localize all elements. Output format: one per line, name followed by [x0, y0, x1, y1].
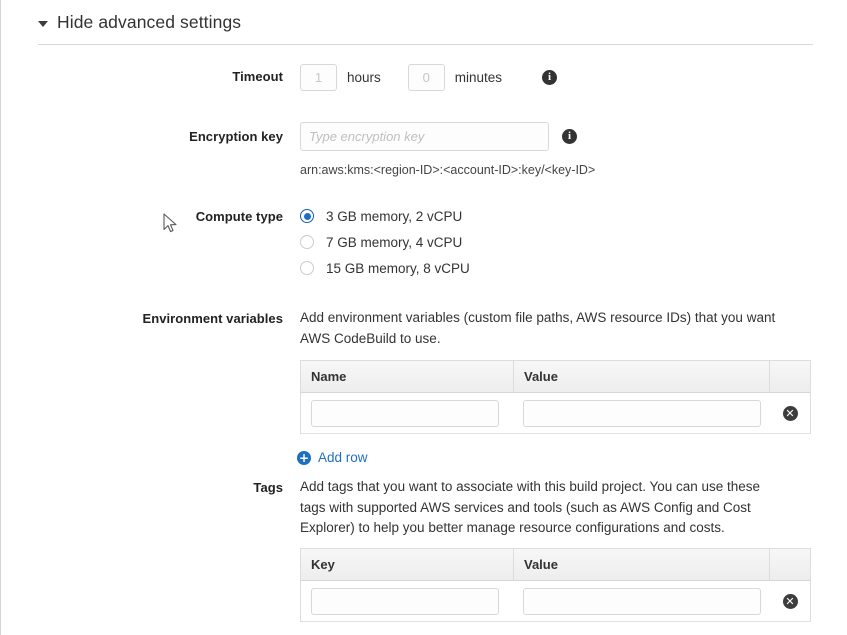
radio-selected-icon [300, 209, 314, 223]
table-header-row: Name Value [301, 361, 810, 393]
compute-type-option-2[interactable]: 7 GB memory, 4 vCPU [300, 229, 470, 255]
env-actions-cell: ✕ [770, 405, 810, 421]
compute-type-option-2-label: 7 GB memory, 4 vCPU [326, 234, 463, 250]
info-icon[interactable]: i [542, 70, 558, 85]
compute-type-option-1[interactable]: 3 GB memory, 2 vCPU [300, 203, 470, 229]
tags-label: Tags [253, 480, 283, 495]
info-icon[interactable]: i [562, 129, 577, 144]
radio-unselected-icon [300, 235, 314, 249]
tag-key-input[interactable] [311, 587, 499, 615]
column-header-value: Value [514, 361, 770, 392]
section-title: Hide advanced settings [57, 12, 242, 32]
encryption-key-input[interactable] [300, 122, 549, 151]
tag-value-input[interactable] [523, 587, 761, 615]
remove-row-icon[interactable]: ✕ [782, 405, 798, 421]
tag-value-cell [514, 587, 770, 615]
tag-actions-cell: ✕ [770, 593, 810, 609]
remove-row-icon[interactable]: ✕ [782, 593, 798, 609]
environment-variables-label: Environment variables [142, 311, 283, 326]
timeout-label: Timeout [232, 69, 283, 84]
table-row: ✕ [301, 393, 810, 434]
timeout-field-group: hours minutes i [300, 64, 558, 91]
radio-unselected-icon [300, 261, 314, 275]
column-header-value: Value [514, 549, 770, 580]
environment-variables-description: Add environment variables (custom file p… [300, 310, 776, 346]
tags-description: Add tags that you want to associate with… [300, 479, 761, 535]
tags-table: Key Value ✕ [300, 548, 811, 622]
timeout-hours-input[interactable] [300, 64, 337, 91]
table-row: ✕ [301, 581, 810, 622]
encryption-key-field-group: i [300, 122, 577, 151]
compute-type-option-3-label: 15 GB memory, 8 vCPU [326, 260, 470, 276]
compute-type-radio-group: 3 GB memory, 2 vCPU 7 GB memory, 4 vCPU … [300, 203, 470, 281]
env-name-cell [301, 399, 514, 427]
add-row-label: Add row [318, 450, 368, 465]
timeout-hours-unit: hours [347, 70, 381, 85]
compute-type-option-3[interactable]: 15 GB memory, 8 vCPU [300, 255, 470, 281]
table-header-row: Key Value [301, 549, 810, 581]
caret-down-icon [38, 21, 48, 27]
env-name-input[interactable] [311, 399, 499, 427]
advanced-settings-panel: Hide advanced settings Timeout hours min… [0, 0, 847, 635]
column-header-actions [770, 361, 810, 392]
hide-advanced-settings-toggle[interactable]: Hide advanced settings [38, 12, 241, 33]
env-value-input[interactable] [523, 399, 761, 427]
encryption-key-arn-hint: arn:aws:kms:<region-ID>:<account-ID>:key… [300, 163, 596, 177]
timeout-minutes-unit: minutes [454, 70, 503, 85]
add-row-button[interactable]: + Add row [297, 450, 368, 465]
tag-key-cell [301, 587, 514, 615]
timeout-minutes-input[interactable] [407, 64, 445, 91]
encryption-key-label: Encryption key [189, 129, 283, 144]
compute-type-option-1-label: 3 GB memory, 2 vCPU [326, 208, 463, 224]
column-header-actions [770, 549, 810, 580]
compute-type-label: Compute type [195, 209, 283, 224]
env-value-cell [514, 399, 770, 427]
header-divider [38, 44, 813, 45]
column-header-key: Key [301, 549, 514, 580]
column-header-name: Name [301, 361, 514, 392]
plus-circle-icon: + [297, 450, 311, 465]
environment-variables-table: Name Value ✕ [300, 360, 811, 434]
